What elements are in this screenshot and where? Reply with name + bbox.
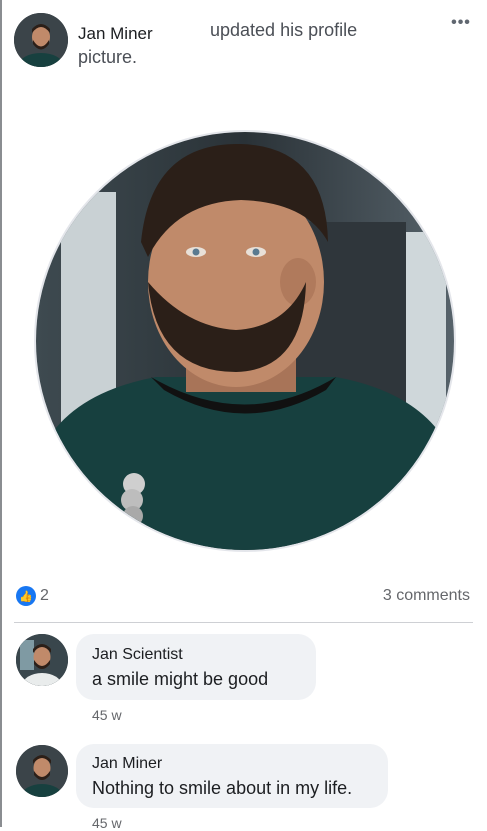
profile-picture[interactable]: [34, 130, 456, 552]
thumbs-up-icon[interactable]: 👍: [16, 586, 36, 606]
comment-timestamp[interactable]: 45 w: [92, 815, 122, 831]
comment-bubble[interactable]: [76, 634, 316, 700]
post-action-text-cont: picture.: [78, 47, 138, 67]
comment-text: Nothing to smile about in my life.: [92, 778, 353, 798]
comment-text: a smile might be good: [92, 669, 269, 689]
comment-author[interactable]: Jan Miner: [92, 755, 162, 773]
comment-author[interactable]: Jan Scientist: [92, 646, 183, 664]
commenter-avatar[interactable]: [16, 745, 68, 797]
divider: [14, 622, 473, 623]
post-action-text: updated his profile: [210, 20, 358, 40]
author-avatar[interactable]: [14, 13, 68, 67]
commenter-avatar[interactable]: [16, 634, 68, 686]
like-count[interactable]: 2: [40, 587, 49, 605]
left-border: [0, 0, 2, 827]
more-options-button[interactable]: •••: [446, 14, 476, 34]
comment-timestamp[interactable]: 45 w: [92, 707, 122, 723]
comments-count[interactable]: 3 comments: [383, 587, 470, 605]
post-author-name[interactable]: Jan Miner: [78, 24, 153, 44]
